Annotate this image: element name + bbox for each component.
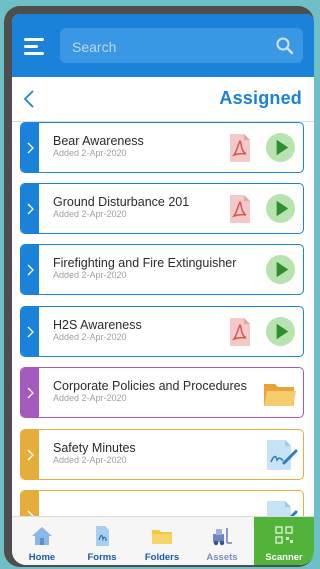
qr-code-icon [275,526,293,544]
list-item-title: Corporate Policies and Procedures [53,379,247,393]
assigned-list: Bear Awareness Added 2-Apr-2020 Ground Dis… [12,122,314,516]
chevron-right-icon [27,387,34,399]
signature-icon[interactable] [263,438,299,472]
pdf-icon[interactable] [228,317,252,347]
list-item[interactable]: Safety Minutes Added 2-Apr-2020 [20,429,304,480]
app-screen: Assigned Bear AwarenessAdded 2-Apr-2020G… [12,14,314,565]
list-item-date: Added 2-Apr-2020 [53,393,127,403]
play-button[interactable] [265,254,296,285]
home-icon [32,527,52,545]
list-item-tab [21,184,39,233]
search-box [60,28,303,65]
forms-icon [96,526,109,546]
list-item[interactable]: Firefighting and Fire Extinguisher Added … [20,244,304,295]
list-item[interactable]: Bear Awareness Added 2-Apr-2020 [20,122,304,173]
nav-home-label: Home [28,552,56,563]
search-input[interactable] [70,28,270,65]
list-item-title: Bear Awareness [53,134,144,148]
list-item[interactable]: Ground Disturbance 201 Added 2-Apr-2020 [20,183,304,234]
folder-icon[interactable] [263,381,297,407]
list-item-tab [21,430,39,479]
chevron-right-icon [27,449,34,461]
top-bar [12,14,314,77]
list-item-title: Safety Minutes [53,441,136,455]
back-icon[interactable] [22,89,36,109]
chevron-right-icon [27,203,34,215]
chevron-right-icon [27,264,34,276]
list-item-tab [21,491,39,516]
nav-folders-label: Folders [144,552,180,563]
nav-home[interactable]: Home [12,517,72,565]
nav-scanner-label: Scanner [265,552,303,563]
nav-forms[interactable]: Forms [72,517,132,565]
menu-icon[interactable] [24,38,44,55]
nav-assets[interactable]: Assets [192,517,252,565]
assets-icon [213,528,232,546]
nav-scanner[interactable]: Scanner [254,517,314,565]
chevron-right-icon [27,142,34,154]
list-item-title: Firefighting and Fire Extinguisher [53,256,237,270]
list-item-tab [21,307,39,356]
list-item-date: Added 2-Apr-2020 [53,455,127,465]
chevron-right-icon [27,510,34,516]
list-item[interactable] [20,490,304,516]
pdf-icon[interactable] [228,194,252,224]
play-button[interactable] [265,193,296,224]
list-item-date: Added 2-Apr-2020 [53,270,127,280]
pdf-icon[interactable] [228,133,252,163]
play-button[interactable] [265,132,296,163]
signature-icon[interactable] [263,499,299,516]
play-button[interactable] [265,316,296,347]
nav-forms-label: Forms [87,552,117,563]
folder-icon [152,530,172,544]
list-item-date: Added 2-Apr-2020 [53,148,127,158]
nav-folders[interactable]: Folders [132,517,192,565]
list-item-date: Added 2-Apr-2020 [53,332,127,342]
list-item[interactable]: Corporate Policies and Procedures Added 2… [20,367,304,418]
list-item-tab [21,123,39,172]
chevron-right-icon [27,326,34,338]
list-item[interactable]: H2S Awareness Added 2-Apr-2020 [20,306,304,357]
list-item-date: Added 2-Apr-2020 [53,209,127,219]
list-item-title: H2S Awareness [53,318,142,332]
list-item-title: Ground Disturbance 201 [53,195,190,209]
bottom-nav: Home Forms Folders Assets Scanner [12,516,314,565]
list-item-tab [21,368,39,417]
page-title: Assigned [219,88,302,108]
search-icon[interactable] [275,36,295,56]
nav-assets-label: Assets [206,552,238,563]
sub-header: Assigned [12,77,314,122]
list-item-tab [21,245,39,294]
